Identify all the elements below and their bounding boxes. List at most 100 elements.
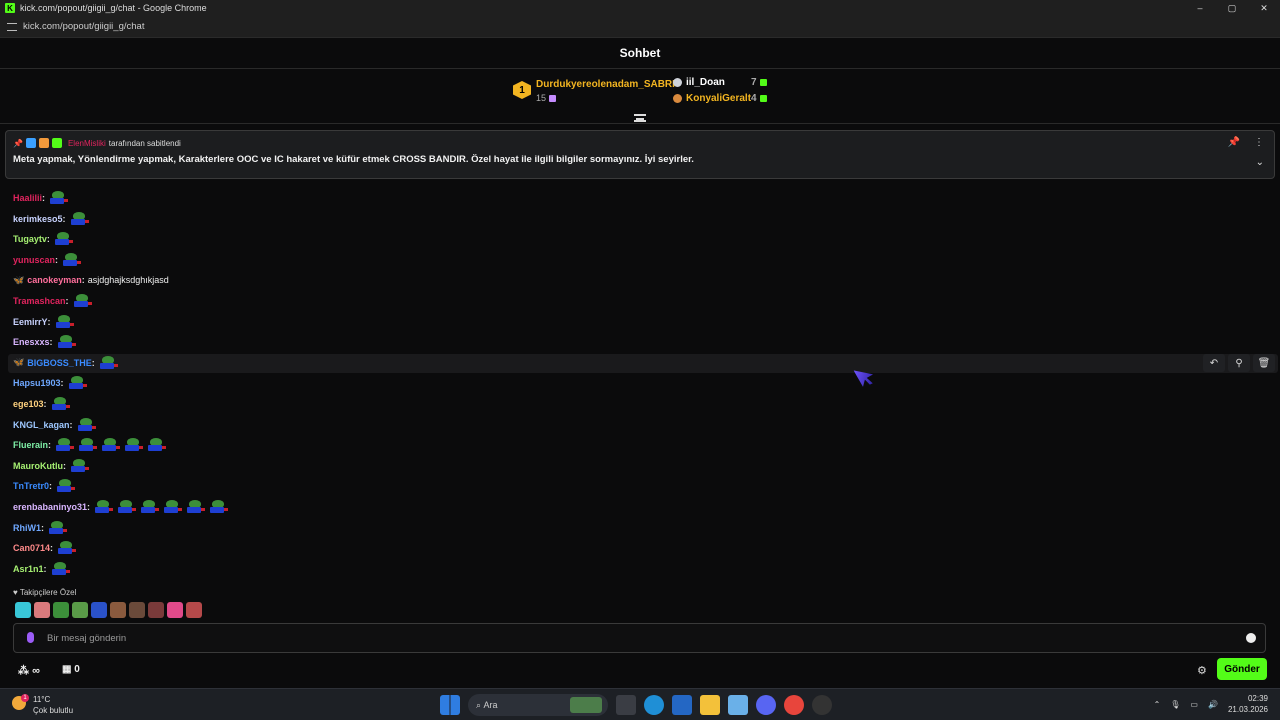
- emote-8[interactable]: [148, 602, 164, 618]
- chat-message[interactable]: 🦋 BIGBOSS_THE:: [13, 353, 118, 373]
- chat-username[interactable]: Hapsu1903: [13, 378, 61, 388]
- chat-username[interactable]: Fluerain: [13, 440, 48, 450]
- tray-overflow-icon[interactable]: ⌃: [1154, 700, 1161, 709]
- unpin-icon[interactable]: 📌: [1228, 137, 1240, 148]
- pepe-emote-icon: [123, 438, 144, 452]
- chat-message[interactable]: Asr1n1:: [13, 559, 70, 579]
- clock[interactable]: 02:39 21.03.2026: [1228, 693, 1268, 715]
- close-button[interactable]: ✕: [1248, 0, 1280, 16]
- message-input[interactable]: [47, 624, 1227, 652]
- chat-username[interactable]: TnTretr0: [13, 481, 49, 491]
- chat-message-list[interactable]: Haalilii: kerimkeso5: Tugaytv: yunuscan: 🦋 ca…: [0, 176, 1280, 586]
- url-text[interactable]: kick.com/popout/giigii_g/chat: [23, 21, 144, 32]
- chat-username[interactable]: yunuscan: [13, 255, 55, 265]
- chat-username[interactable]: ege103: [13, 399, 44, 409]
- chat-message[interactable]: EemirrY:: [13, 312, 74, 332]
- weather-condition: Çok bulutlu: [33, 706, 74, 715]
- emote-9[interactable]: [167, 602, 183, 618]
- send-button[interactable]: Gönder: [1217, 658, 1267, 680]
- chat-username[interactable]: canokeyman: [27, 275, 82, 285]
- chat-message[interactable]: RhiW1:: [13, 518, 67, 538]
- taskbar-apps: ⌕ Ara: [440, 694, 832, 716]
- pinned-header: 📌 ElenMisliki tarafından sabitlendi: [13, 138, 181, 148]
- chat-username[interactable]: Enesxxs: [13, 337, 50, 347]
- emote-2[interactable]: [34, 602, 50, 618]
- emote-5[interactable]: [91, 602, 107, 618]
- chat-username[interactable]: Tugaytv: [13, 234, 47, 244]
- maximize-button[interactable]: ▢: [1216, 0, 1248, 16]
- delete-message-button[interactable]: 🗑: [1253, 354, 1275, 372]
- emote-10[interactable]: [186, 602, 202, 618]
- windows-start-icon[interactable]: [440, 695, 460, 715]
- chat-message[interactable]: MauroKutlu:: [13, 456, 89, 476]
- network-icon[interactable]: ▭: [1190, 700, 1198, 709]
- message-input-box[interactable]: [13, 623, 1266, 653]
- leader-third-name[interactable]: KonyaliGeralt: [686, 93, 751, 104]
- chat-message[interactable]: TnTretr0:: [13, 476, 76, 496]
- more-options-icon[interactable]: ⋮: [1254, 137, 1264, 148]
- minimize-button[interactable]: –: [1184, 0, 1216, 16]
- chat-message[interactable]: Enesxxs:: [13, 332, 76, 352]
- browser-titlebar: K kick.com/popout/giigii_g/chat - Google…: [0, 0, 1280, 16]
- emoji-picker-icon[interactable]: [1246, 633, 1256, 643]
- discord-icon[interactable]: [756, 695, 776, 715]
- emote-4[interactable]: [72, 602, 88, 618]
- chat-message[interactable]: Hapsu1903:: [13, 373, 87, 393]
- chat-username[interactable]: Can0714: [13, 543, 50, 553]
- chat-username[interactable]: BIGBOSS_THE: [27, 358, 92, 368]
- leader-first-name[interactable]: Durdukyereolenadam_SABRI: [536, 79, 675, 90]
- chevron-down-icon[interactable]: ⌄: [1256, 157, 1264, 168]
- reply-button[interactable]: ↶: [1203, 354, 1225, 372]
- chat-username[interactable]: RhiW1: [13, 523, 41, 533]
- expand-leaderboard-icon-bar: [636, 118, 644, 120]
- chat-message[interactable]: Haalilii:: [13, 188, 69, 208]
- butterfly-badge-icon: 🦋: [13, 274, 25, 285]
- chat-username[interactable]: erenbabaninyo31: [13, 502, 87, 512]
- leader-second-count-value: 7: [751, 77, 757, 88]
- emote-7[interactable]: [129, 602, 145, 618]
- chat-username[interactable]: Tramashcan: [13, 296, 66, 306]
- chat-message[interactable]: ege103:: [13, 394, 70, 414]
- chat-message[interactable]: Tugaytv:: [13, 229, 73, 249]
- chat-message[interactable]: kerimkeso5:: [13, 209, 89, 229]
- settings-gear-icon[interactable]: ⚙: [1197, 664, 1207, 677]
- edge-icon[interactable]: [644, 695, 664, 715]
- store-app-icon[interactable]: [672, 695, 692, 715]
- chat-username[interactable]: KNGL_kagan: [13, 420, 70, 430]
- chat-message[interactable]: Tramashcan:: [13, 291, 92, 311]
- chat-username[interactable]: Haalilii: [13, 193, 42, 203]
- bronze-badge-icon: [673, 93, 682, 103]
- chat-username[interactable]: kerimkeso5: [13, 214, 63, 224]
- microphone-icon[interactable]: [27, 632, 34, 643]
- microphone-tray-icon[interactable]: 🎙: [1170, 700, 1180, 709]
- chat-message[interactable]: Fluerain:: [13, 435, 167, 455]
- channel-points-icon[interactable]: ⁂ ∞: [18, 664, 40, 677]
- emote-6[interactable]: [110, 602, 126, 618]
- chat-message[interactable]: 🦋 canokeyman: asjdghajksdghıkjasd: [13, 270, 169, 290]
- emote-3[interactable]: [53, 602, 69, 618]
- pinner-name[interactable]: ElenMisliki: [68, 139, 106, 148]
- file-explorer-icon[interactable]: [700, 695, 720, 715]
- chrome-icon[interactable]: [784, 695, 804, 715]
- site-settings-icon[interactable]: [7, 22, 17, 31]
- leader-second-name[interactable]: iil_Doan: [686, 77, 725, 88]
- chat-message[interactable]: KNGL_kagan:: [13, 415, 96, 435]
- task-view-icon[interactable]: [616, 695, 636, 715]
- app-icon[interactable]: [812, 695, 832, 715]
- chat-username[interactable]: EemirrY: [13, 317, 48, 327]
- store-icon[interactable]: ▦ 0: [62, 664, 80, 675]
- taskbar-search[interactable]: ⌕ Ara: [468, 694, 608, 716]
- chat-message[interactable]: yunuscan:: [13, 250, 82, 270]
- emote-1[interactable]: [15, 602, 31, 618]
- leader-first-count: 15: [536, 93, 557, 103]
- silver-badge-icon: [673, 77, 682, 87]
- pin-message-button[interactable]: ⚲: [1228, 354, 1250, 372]
- volume-icon[interactable]: 🔊: [1208, 700, 1218, 709]
- chat-message[interactable]: Can0714:: [13, 538, 77, 558]
- chat-message[interactable]: erenbabaninyo31:: [13, 497, 229, 517]
- chat-username[interactable]: MauroKutlu: [13, 461, 63, 471]
- address-bar[interactable]: kick.com/popout/giigii_g/chat: [0, 16, 1280, 38]
- chat-username[interactable]: Asr1n1: [13, 564, 44, 574]
- pepe-emote-icon: [55, 479, 76, 493]
- settings-app-icon[interactable]: [728, 695, 748, 715]
